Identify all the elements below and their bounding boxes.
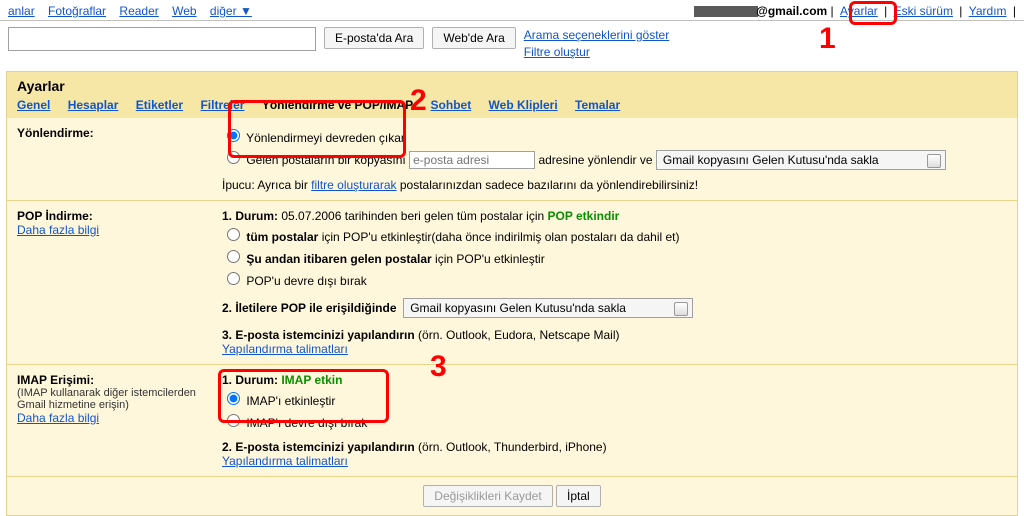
search-row: E-posta'da Ara Web'de Ara Arama seçenekl… [0, 21, 1024, 71]
nav-diger[interactable]: diğer ▼ [210, 4, 252, 18]
email-suffix: @gmail.com [756, 4, 827, 18]
pop-opt-all[interactable]: tüm postalar için POP'u etkinleştir(daha… [222, 225, 1007, 244]
settings-title: Ayarlar [17, 78, 1007, 94]
nav-anlar[interactable]: anlar [8, 4, 35, 18]
fw-opt-copy[interactable]: Gelen postaların bir kopyasını adresine … [222, 148, 1007, 170]
imap-configure-line: 2. E-posta istemcinizi yapılandırın (örn… [222, 440, 1007, 468]
pop-label: POP İndirme: [17, 209, 222, 223]
fw-hint-filter-link[interactable]: filtre oluşturarak [311, 178, 396, 192]
pop-more-link[interactable]: Daha fazla bilgi [17, 223, 99, 237]
settings-header: Ayarlar Genel Hesaplar Etiketler Filtrel… [7, 72, 1017, 118]
nav-fotograflar[interactable]: Fotoğraflar [48, 4, 106, 18]
pop-configure-line: 3. E-posta istemcinizi yapılandırın (örn… [222, 328, 1007, 356]
tab-etiketler[interactable]: Etiketler [136, 98, 183, 112]
search-web-button[interactable]: Web'de Ara [432, 27, 515, 49]
imap-sublabel: (IMAP kullanarak diğer istemcilerden Gma… [17, 387, 222, 411]
nav-web[interactable]: Web [172, 4, 196, 18]
settings-panel: Ayarlar Genel Hesaplar Etiketler Filtrel… [6, 71, 1018, 516]
tab-temalar[interactable]: Temalar [575, 98, 620, 112]
imap-status-line: 1. Durum: IMAP etkin [222, 373, 1007, 387]
nav-reader[interactable]: Reader [119, 4, 158, 18]
settings-tabs: Genel Hesaplar Etiketler Filtreler Yönle… [17, 96, 1007, 114]
forwarding-label: Yönlendirme: [17, 126, 94, 140]
pop-opt-now[interactable]: Şu andan itibaren gelen postalar için PO… [222, 247, 1007, 266]
imap-config-link[interactable]: Yapılandırma talimatları [222, 454, 348, 468]
imap-label: IMAP Erişimi: [17, 373, 222, 387]
link-yardim[interactable]: Yardım [969, 4, 1007, 18]
tab-web-klipleri[interactable]: Web Klipleri [489, 98, 558, 112]
link-create-filter[interactable]: Filtre oluştur [524, 45, 590, 59]
search-side-links: Arama seçeneklerini göster Filtre oluştu… [524, 27, 669, 61]
link-eski-surum[interactable]: Eski sürüm [894, 4, 953, 18]
fw-opt-disable[interactable]: Yönlendirmeyi devreden çıkar [222, 126, 1007, 145]
masked-email-prefix [694, 6, 758, 17]
search-input[interactable] [8, 27, 316, 51]
imap-more-link[interactable]: Daha fazla bilgi [17, 411, 99, 425]
pop-keep-select[interactable]: Gmail kopyasını Gelen Kutusu'nda sakla [403, 298, 693, 318]
link-advanced-search[interactable]: Arama seçeneklerini göster [524, 28, 669, 42]
top-nav-left: anlar Fotoğraflar Reader Web diğer ▼ [8, 4, 262, 18]
fw-keep-select[interactable]: Gmail kopyasını Gelen Kutusu'nda sakla [656, 150, 946, 170]
tab-genel[interactable]: Genel [17, 98, 50, 112]
cancel-button[interactable]: İptal [556, 485, 601, 507]
imap-opt-on[interactable]: IMAP'ı etkinleştir [222, 389, 1007, 408]
save-button[interactable]: Değişiklikleri Kaydet [423, 485, 552, 507]
imap-opt-off[interactable]: IMAP'ı devre dışı bırak [222, 411, 1007, 430]
top-nav-right: @gmail.com | Ayarlar | Eski sürüm | Yard… [694, 4, 1016, 18]
section-forwarding: Yönlendirme: Yönlendirmeyi devreden çıka… [7, 118, 1017, 200]
pop-opt-off[interactable]: POP'u devre dışı bırak [222, 269, 1007, 288]
pop-config-link[interactable]: Yapılandırma talimatları [222, 342, 348, 356]
section-imap: IMAP Erişimi: (IMAP kullanarak diğer ist… [7, 364, 1017, 476]
link-ayarlar[interactable]: Ayarlar [840, 4, 878, 18]
tab-hesaplar[interactable]: Hesaplar [68, 98, 119, 112]
section-pop: POP İndirme: Daha fazla bilgi 1. Durum: … [7, 200, 1017, 364]
tab-sohbet[interactable]: Sohbet [431, 98, 472, 112]
tab-filtreler[interactable]: Filtreler [200, 98, 244, 112]
settings-footer: Değişiklikleri Kaydet İptal [7, 476, 1017, 515]
pop-access-line: 2. İletilere POP ile erişildiğinde Gmail… [222, 298, 1007, 318]
fw-hint: İpucu: Ayrıca bir filtre oluşturarak pos… [222, 178, 1007, 192]
search-mail-button[interactable]: E-posta'da Ara [324, 27, 424, 49]
fw-email-input[interactable] [409, 151, 535, 169]
pop-status-line: 1. Durum: 05.07.2006 tarihinden beri gel… [222, 209, 1007, 223]
tab-forwarding-pop-imap[interactable]: Yönlendirme ve POP/IMAP [262, 98, 413, 112]
top-bar: anlar Fotoğraflar Reader Web diğer ▼ @gm… [0, 0, 1024, 21]
caret-down-icon: ▼ [240, 4, 252, 18]
